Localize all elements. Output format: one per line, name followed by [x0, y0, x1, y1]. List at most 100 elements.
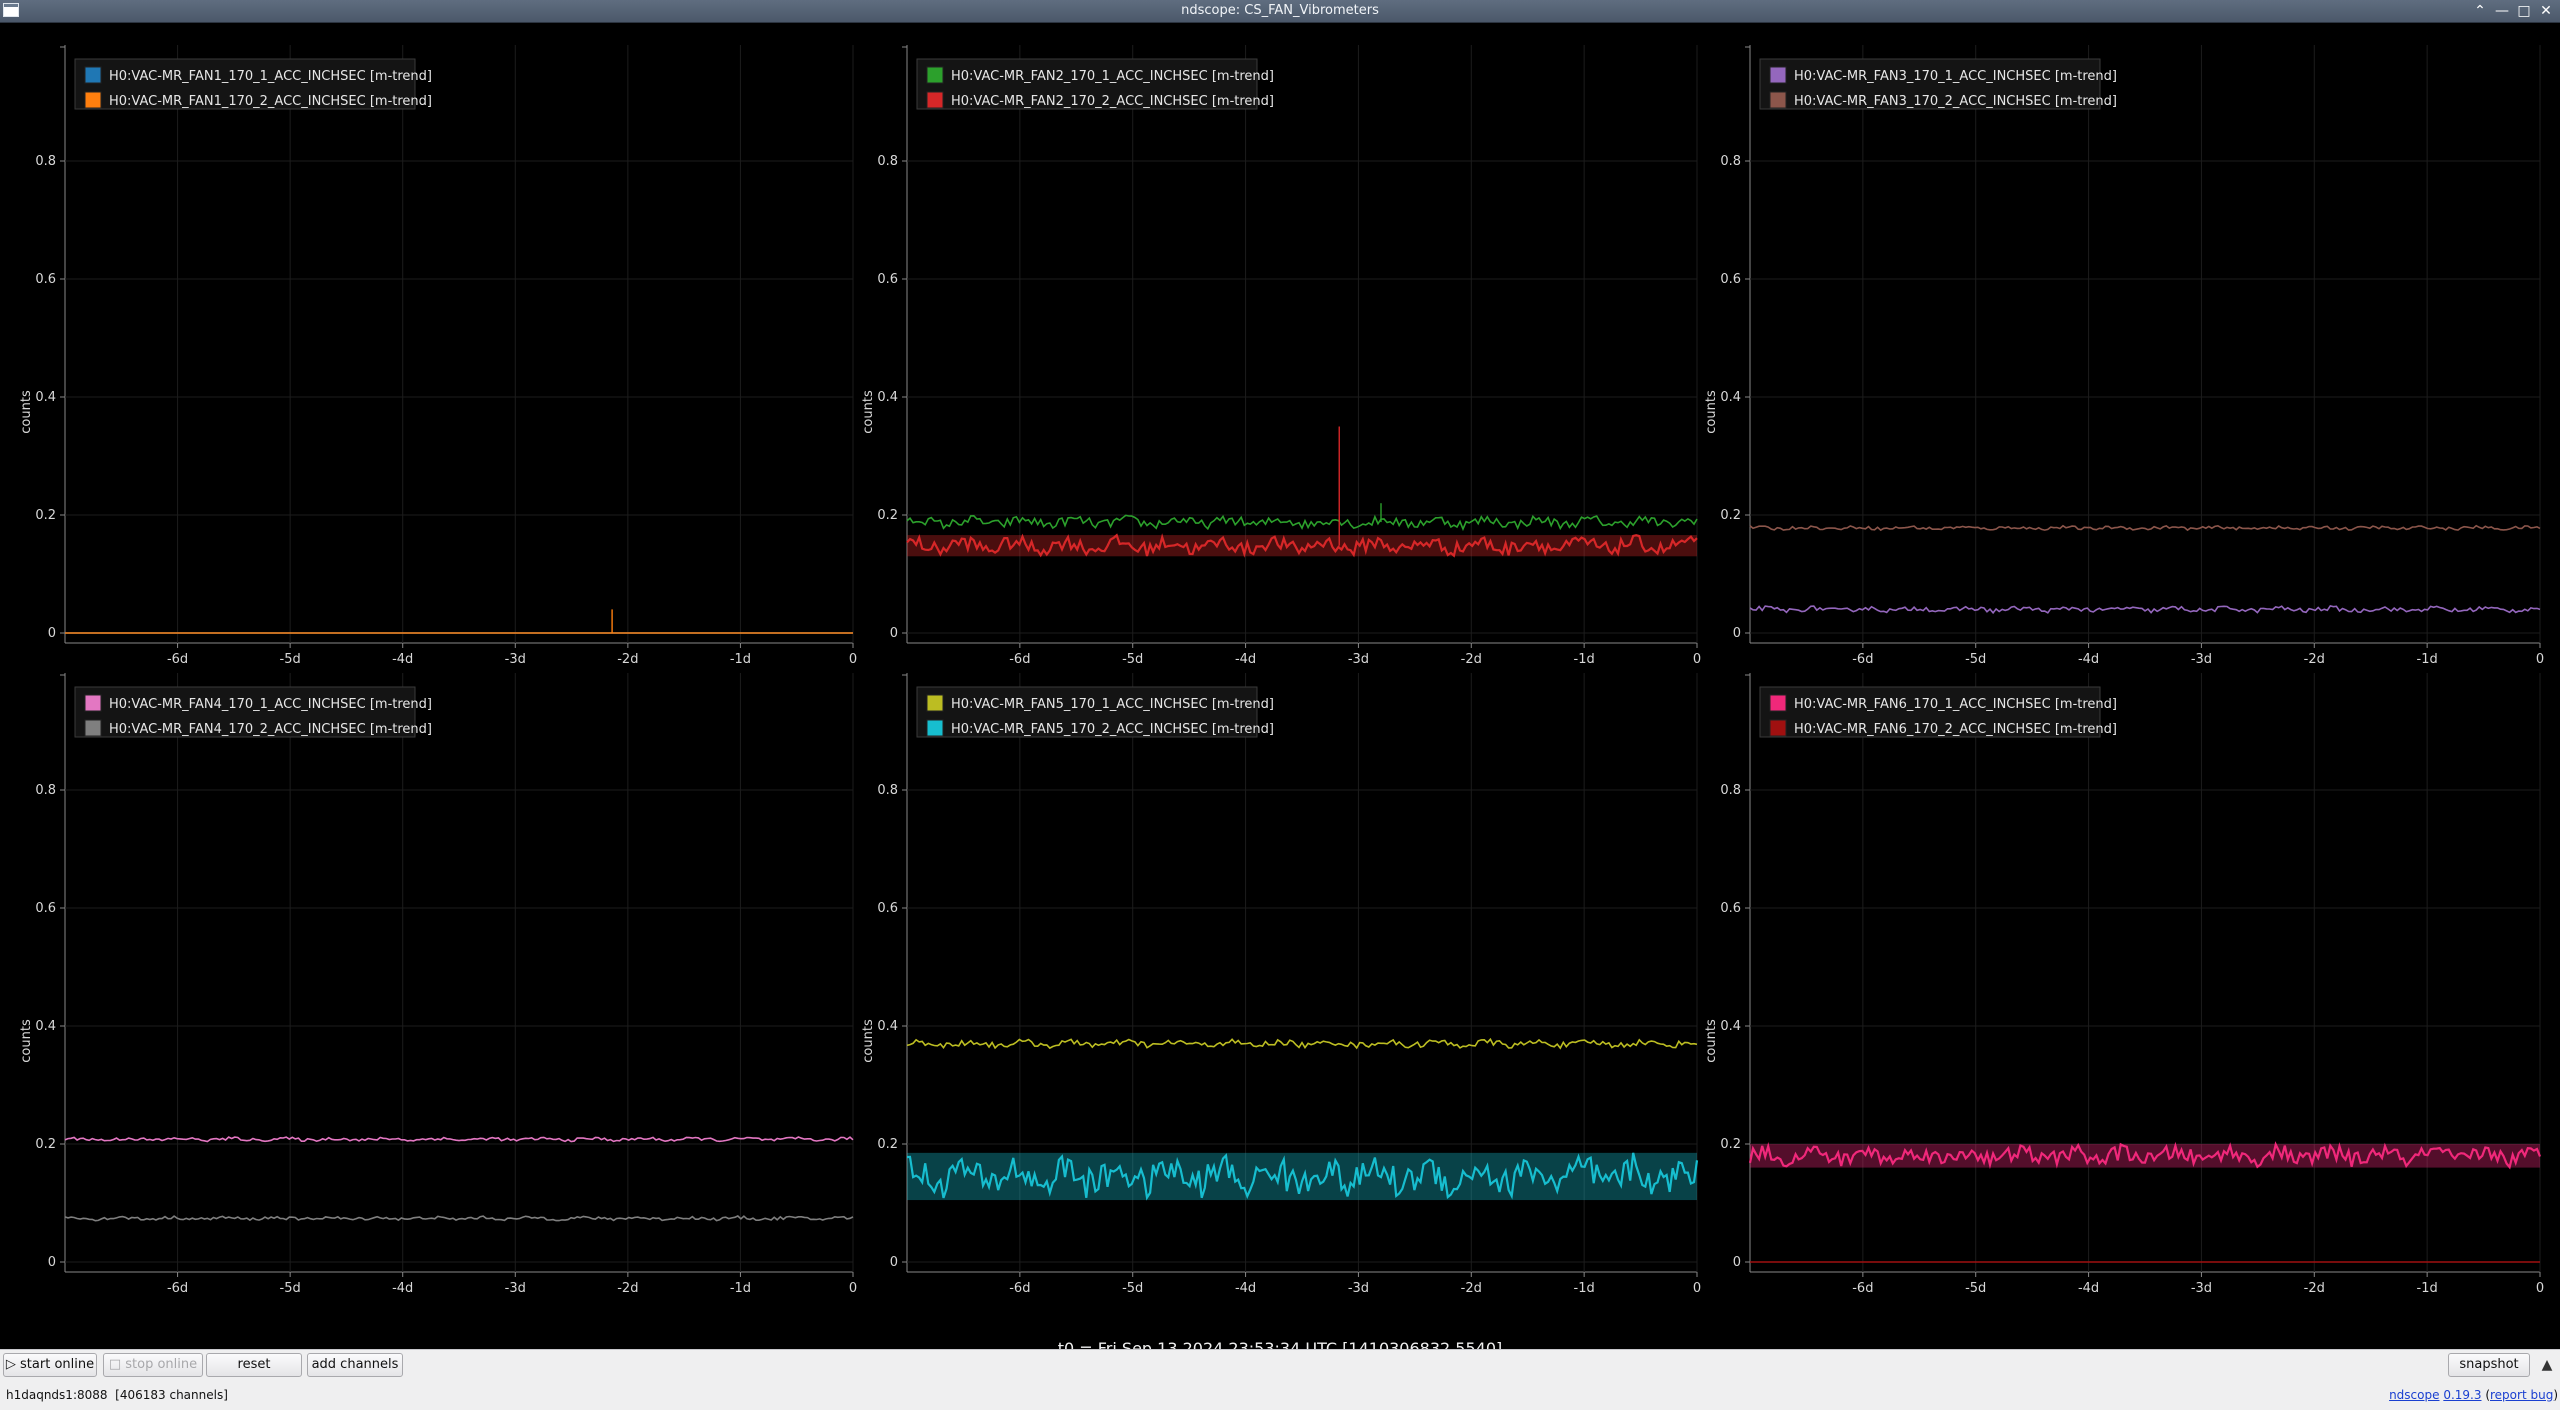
x-tick-label: -6d: [1852, 1281, 1873, 1296]
x-tick-label: -4d: [392, 1281, 413, 1296]
y-axis-label: counts: [1704, 390, 1719, 434]
stop-online-label: stop online: [125, 1357, 198, 1372]
x-tick-label: -4d: [2078, 652, 2099, 667]
y-axis-label: counts: [19, 1019, 34, 1063]
collapse-up-icon[interactable]: ▲: [2536, 1353, 2558, 1377]
x-tick-label: -2d: [1461, 652, 1482, 667]
x-tick-label: -6d: [167, 652, 188, 667]
y-tick-label: 0.4: [877, 1019, 898, 1034]
series-line: [906, 1037, 1698, 1050]
legend-swatch: [926, 719, 944, 737]
series-line: [1749, 604, 2541, 615]
x-tick-label: -3d: [505, 652, 526, 667]
y-tick-label: 0.8: [1720, 783, 1741, 798]
legend-entry: H0:VAC-MR_FAN2_170_2_ACC_INCHSEC [m-tren…: [951, 94, 1274, 109]
x-tick-label: -5d: [280, 1281, 301, 1296]
y-tick-label: 0.2: [877, 508, 898, 523]
x-tick-label: -1d: [1574, 1281, 1595, 1296]
legend-entry: H0:VAC-MR_FAN1_170_1_ACC_INCHSEC [m-tren…: [109, 69, 432, 84]
legend-entry: H0:VAC-MR_FAN2_170_1_ACC_INCHSEC [m-tren…: [951, 69, 1274, 84]
legend-swatch: [84, 91, 102, 109]
x-tick-label: -4d: [1235, 652, 1256, 667]
server-address: h1daqnds1:8088: [6, 1388, 108, 1402]
y-tick-label: 0.8: [35, 783, 56, 798]
legend-entry: H0:VAC-MR_FAN1_170_2_ACC_INCHSEC [m-tren…: [109, 94, 432, 109]
y-axis-label: counts: [861, 1019, 876, 1063]
x-tick-label: -1d: [1574, 652, 1595, 667]
legend-swatch: [84, 66, 102, 84]
x-tick-label: -5d: [1122, 1281, 1143, 1296]
window-title: ndscope: CS_FAN_Vibrometers: [1181, 3, 1379, 18]
legend-swatch: [84, 719, 102, 737]
x-tick-label: -1d: [730, 1281, 751, 1296]
legend-entry: H0:VAC-MR_FAN3_170_2_ACC_INCHSEC [m-tren…: [1794, 94, 2117, 109]
maximize-icon[interactable]: □: [2514, 1, 2534, 21]
y-tick-label: 0.4: [1720, 390, 1741, 405]
x-tick-label: 0: [849, 1281, 857, 1296]
plot-area[interactable]: -6d -5d -4d -3d -2d -1d 0 0 0.2 0.4 0.6 0.8 counts H0…: [0, 23, 2560, 1358]
add-channels-button[interactable]: add channels: [307, 1353, 403, 1377]
x-tick-label: -1d: [2417, 652, 2438, 667]
bottom-toolbar: ▷ start online □ stop online reset add c…: [0, 1349, 2560, 1410]
y-tick-label: 0.2: [35, 508, 56, 523]
y-tick-label: 0.8: [35, 154, 56, 169]
stop-online-button: □ stop online: [103, 1353, 203, 1377]
legend-entry: H0:VAC-MR_FAN4_170_2_ACC_INCHSEC [m-tren…: [109, 722, 432, 737]
y-tick-label: 0.4: [35, 1019, 56, 1034]
x-tick-label: -6d: [1852, 652, 1873, 667]
x-tick-label: -4d: [2078, 1281, 2099, 1296]
x-tick-label: -2d: [617, 1281, 638, 1296]
y-tick-label: 0.2: [35, 1137, 56, 1152]
x-tick-label: 0: [2536, 1281, 2544, 1296]
y-axis-label: counts: [1704, 1019, 1719, 1063]
series-envelope: [907, 1152, 1697, 1201]
x-tick-label: 0: [2536, 652, 2544, 667]
series-line: [1749, 524, 2541, 532]
legend-swatch: [926, 694, 944, 712]
legend-entry: H0:VAC-MR_FAN6_170_2_ACC_INCHSEC [m-tren…: [1794, 722, 2117, 737]
y-tick-label: 0.2: [1720, 1137, 1741, 1152]
legend-entry: H0:VAC-MR_FAN5_170_2_ACC_INCHSEC [m-tren…: [951, 722, 1274, 737]
y-tick-label: 0.6: [1720, 272, 1741, 287]
snapshot-button[interactable]: snapshot: [2448, 1353, 2530, 1377]
legend-entry: H0:VAC-MR_FAN6_170_1_ACC_INCHSEC [m-tren…: [1794, 697, 2117, 712]
x-tick-label: -5d: [1122, 652, 1143, 667]
y-tick-label: 0: [1733, 626, 1741, 641]
y-tick-label: 0.6: [35, 901, 56, 916]
legend-entry: H0:VAC-MR_FAN5_170_1_ACC_INCHSEC [m-tren…: [951, 697, 1274, 712]
plot-grid-svg[interactable]: -6d -5d -4d -3d -2d -1d 0 0 0.2 0.4 0.6 0.8 counts H0…: [0, 23, 2560, 1339]
x-tick-label: -2d: [2304, 1281, 2325, 1296]
report-bug-link[interactable]: report bug: [2490, 1388, 2553, 1402]
chevron-up-icon[interactable]: ⌃: [2470, 1, 2490, 21]
start-online-label: start online: [20, 1357, 95, 1372]
reset-button[interactable]: reset: [206, 1353, 302, 1377]
x-tick-label: -4d: [392, 652, 413, 667]
x-tick-label: -6d: [1009, 652, 1030, 667]
y-tick-label: 0: [48, 1255, 56, 1270]
x-tick-label: 0: [1693, 652, 1701, 667]
series-envelope: [907, 535, 1697, 557]
play-icon: ▷: [5, 1357, 21, 1372]
start-online-button[interactable]: ▷ start online: [3, 1353, 97, 1377]
version-link[interactable]: 0.19.3: [2443, 1388, 2481, 1402]
x-tick-label: -3d: [2191, 1281, 2212, 1296]
legend-entry: H0:VAC-MR_FAN3_170_1_ACC_INCHSEC [m-tren…: [1794, 69, 2117, 84]
version-info: ndscope 0.19.3 (report bug): [2389, 1388, 2558, 1402]
y-tick-label: 0.6: [877, 901, 898, 916]
close-icon[interactable]: ✕: [2536, 1, 2556, 21]
legend-entry: H0:VAC-MR_FAN4_170_1_ACC_INCHSEC [m-tren…: [109, 697, 432, 712]
y-tick-label: 0.2: [877, 1137, 898, 1152]
minimize-icon[interactable]: —: [2492, 1, 2512, 21]
x-tick-label: -2d: [617, 652, 638, 667]
server-status: h1daqnds1:8088 [406183 channels]: [6, 1388, 228, 1402]
legend-swatch: [1769, 66, 1787, 84]
y-tick-label: 0.6: [1720, 901, 1741, 916]
y-tick-label: 0.4: [877, 390, 898, 405]
series-envelope: [1750, 1144, 2540, 1168]
y-axis-label: counts: [19, 390, 34, 434]
app-name-link[interactable]: ndscope: [2389, 1388, 2439, 1402]
x-tick-label: -3d: [1348, 1281, 1369, 1296]
x-tick-label: -1d: [2417, 1281, 2438, 1296]
y-axis-label: counts: [861, 390, 876, 434]
y-tick-label: 0.2: [1720, 508, 1741, 523]
